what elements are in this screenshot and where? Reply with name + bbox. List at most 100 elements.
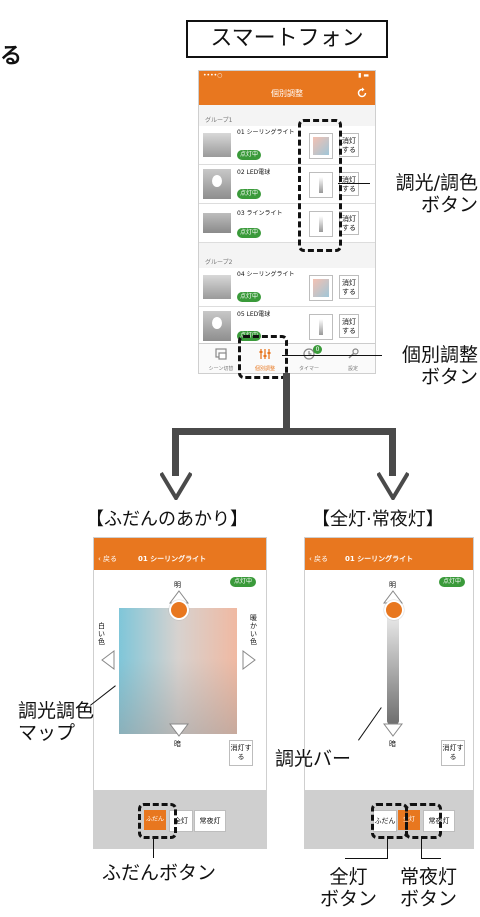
refresh-icon[interactable]: [356, 87, 368, 99]
back-label: 戻る: [103, 555, 118, 563]
back-label: 戻る: [314, 555, 329, 563]
back-button[interactable]: ‹ 戻る: [98, 554, 117, 564]
tab-timer[interactable]: 0 タイマー: [287, 344, 331, 373]
fudan-phone: ‹ 戻る 01 シーリングライト 点灯中 明 白い色 暖かい色 暗 消灯する ふ…: [93, 537, 267, 849]
status-bar: ••••○ ▮ ▬: [199, 71, 375, 82]
device-row[interactable]: 03 ラインライト 点灯中 消灯する: [199, 204, 375, 243]
map-callout: 調光調色 マップ: [18, 700, 95, 744]
callout-line: [345, 858, 388, 859]
bulb-icon: [212, 175, 222, 187]
dimming-button-callout: 調光/調色 ボタン: [395, 172, 478, 216]
line-light-thumbnail: [203, 213, 231, 233]
joyato-button-highlight: [405, 803, 442, 839]
turn-off-button[interactable]: 消灯する: [339, 172, 359, 196]
cut-off-text: る: [0, 44, 23, 69]
signal-indicator: ••••○: [203, 72, 223, 79]
tab-label: シーン切替: [208, 366, 234, 372]
turn-off-button[interactable]: 消灯する: [339, 133, 359, 157]
led-bulb-thumbnail: [203, 169, 231, 199]
device-name: 03 ラインライト: [237, 210, 283, 217]
turn-off-button[interactable]: 消灯する: [339, 275, 359, 299]
dimming-button[interactable]: [309, 314, 333, 340]
arrow-stem: [283, 373, 290, 435]
arrow-down-icon: [160, 472, 192, 500]
callout-line: [387, 836, 388, 858]
status-badge: 点灯中: [439, 577, 465, 587]
bar-callout: 調光バー: [275, 748, 352, 770]
arrow-right-stem: [389, 428, 396, 476]
device-row[interactable]: 04 シーリングライト 点灯中 消灯する: [199, 268, 375, 307]
device-name: 01 シーリングライト: [237, 129, 295, 136]
nav-bar: 個別調整: [199, 82, 375, 105]
ceiling-light-thumbnail: [203, 275, 231, 299]
down-arrow-icon[interactable]: [383, 723, 403, 737]
callout-line: [421, 858, 441, 859]
down-arrow-icon[interactable]: [169, 723, 189, 737]
page-title: 個別調整: [271, 89, 303, 98]
color-map[interactable]: [119, 608, 237, 734]
individual-tab-highlight: [238, 335, 288, 379]
device-name: 05 LED電球: [237, 311, 271, 318]
individual-tab-callout: 個別調整 ボタン: [401, 344, 478, 388]
tab-label: タイマー: [298, 366, 319, 372]
dimming-bar[interactable]: [387, 606, 399, 724]
nav-bar: ‹ 戻る 01 シーリングライト: [94, 549, 266, 570]
device-row[interactable]: 01 シーリングライト 点灯中 消灯する: [199, 126, 375, 165]
callout-line: [421, 836, 422, 858]
nav-bar: ‹ 戻る 01 シーリングライト: [305, 549, 473, 570]
device-row[interactable]: 02 LED電球 点灯中 消灯する: [199, 165, 375, 204]
tab-label: 設定: [347, 366, 358, 372]
white-label: 白い色: [98, 622, 105, 646]
fudan-mode-label: 【ふだんのあかり】: [86, 509, 248, 530]
dark-label: 暗: [389, 740, 396, 748]
group-label: グループ2: [205, 259, 233, 266]
brightness-swatch: [319, 319, 323, 335]
callout-line: [282, 355, 382, 356]
zento-button-highlight: [371, 803, 408, 839]
zento-mode-label: 【全灯·常夜灯】: [312, 509, 444, 530]
main-phone: ••••○ ▮ ▬ 個別調整 グループ1 01 シーリングライト 点灯中 消灯す…: [198, 70, 376, 374]
joyato-mode-button[interactable]: 常夜灯: [194, 810, 226, 832]
dimming-color-button[interactable]: [309, 275, 333, 301]
status-badge: 点灯中: [237, 189, 261, 199]
status-bar: [94, 538, 266, 549]
smartphone-label: スマートフォン: [186, 20, 388, 58]
fudan-button-highlight: [138, 803, 177, 839]
tab-scene[interactable]: シーン切替: [199, 344, 243, 373]
callout-line: [338, 183, 370, 184]
right-arrow-icon[interactable]: [242, 650, 256, 670]
turn-off-button[interactable]: 消灯する: [339, 211, 359, 235]
ceiling-light-thumbnail: [203, 133, 231, 157]
left-arrow-icon[interactable]: [101, 650, 115, 670]
warm-label: 暖かい色: [250, 614, 257, 646]
dark-label: 暗: [174, 740, 181, 748]
dimming-buttons-highlight: [298, 119, 342, 252]
fudan-button-callout: ふだんボタン: [102, 862, 217, 884]
group-label: グループ1: [205, 117, 233, 124]
callout-line: [153, 836, 154, 858]
dimming-bar-handle[interactable]: [384, 600, 404, 620]
status-badge: 点灯中: [237, 150, 261, 160]
page-title: 01 シーリングライト: [345, 555, 414, 563]
status-badge: 点灯中: [230, 577, 256, 587]
arrow-left-stem: [172, 428, 179, 476]
status-badge: 点灯中: [237, 228, 261, 238]
status-badge: 点灯中: [237, 292, 261, 302]
led-bulb-thumbnail: [203, 311, 231, 341]
back-button[interactable]: ‹ 戻る: [309, 554, 328, 564]
wrench-icon: [348, 348, 359, 359]
battery-indicator: ▮ ▬: [358, 72, 369, 79]
page-title: 01 シーリングライト: [138, 555, 207, 563]
status-bar: [305, 538, 473, 549]
turn-off-button[interactable]: 消灯する: [441, 740, 465, 766]
scene-icon: [215, 348, 227, 360]
arrow-down-icon: [377, 472, 409, 500]
timer-badge: 0: [313, 345, 322, 354]
bulb-icon: [212, 317, 222, 329]
zento-button-callout: 全灯 ボタン: [320, 866, 378, 910]
tab-settings[interactable]: 設定: [331, 344, 375, 373]
color-map-handle[interactable]: [169, 600, 189, 620]
arrow-branch: [172, 428, 396, 435]
turn-off-button[interactable]: 消灯する: [339, 314, 359, 338]
turn-off-button[interactable]: 消灯する: [229, 740, 253, 766]
